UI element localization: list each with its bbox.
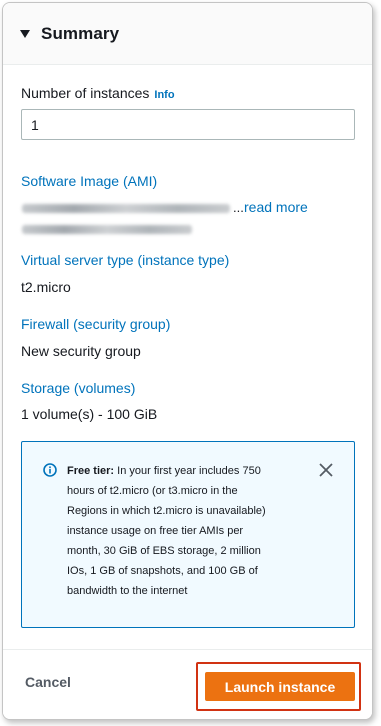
- info-circle-icon: [43, 463, 57, 477]
- alert-line: instance usage on free tier AMIs per: [67, 525, 244, 537]
- read-more-link[interactable]: read more: [244, 199, 308, 215]
- alert-line: Regions in which t2.micro is unavailable…: [67, 505, 266, 517]
- alert-line: bandwidth to the internet: [67, 585, 188, 597]
- ami-ellipsis: ...: [233, 200, 244, 215]
- free-tier-title: Free tier:: [67, 465, 115, 477]
- ami-name-redacted: [22, 204, 230, 213]
- launch-instance-button[interactable]: Launch instance: [205, 672, 355, 701]
- instances-label-row: Number of instances Info: [21, 85, 175, 101]
- alert-line: month, 30 GiB of EBS storage, 2 million: [67, 545, 261, 557]
- summary-title: Summary: [41, 23, 120, 43]
- caret-down-icon[interactable]: [20, 29, 30, 38]
- info-link[interactable]: Info: [154, 89, 174, 101]
- instance-type-value: t2.micro: [21, 279, 71, 295]
- alert-line: IOs, 1 GB of snapshots, and 100 GB of: [67, 565, 258, 577]
- ami-heading[interactable]: Software Image (AMI): [21, 173, 157, 189]
- ami-id-redacted: [22, 225, 192, 234]
- instances-label: Number of instances: [21, 85, 150, 101]
- free-tier-text: Free tier: In your first year includes 7…: [67, 461, 317, 601]
- close-icon[interactable]: [317, 461, 335, 479]
- instance-count-input[interactable]: [21, 109, 355, 140]
- free-tier-alert: Free tier: In your first year includes 7…: [21, 441, 355, 628]
- summary-footer: Cancel Launch instance: [3, 649, 372, 719]
- alert-line-text: In your first year includes 750: [117, 465, 261, 477]
- firewall-heading[interactable]: Firewall (security group): [21, 316, 170, 332]
- firewall-value: New security group: [21, 343, 141, 359]
- instance-type-heading[interactable]: Virtual server type (instance type): [21, 252, 229, 268]
- summary-panel: Summary Number of instances Info Software…: [2, 2, 373, 720]
- storage-heading[interactable]: Storage (volumes): [21, 380, 135, 396]
- alert-line: Free tier: In your first year includes 7…: [67, 461, 317, 481]
- alert-line: hours of t2.micro (or t3.micro in the: [67, 485, 238, 497]
- storage-value: 1 volume(s) - 100 GiB: [21, 406, 158, 422]
- summary-header[interactable]: Summary: [3, 3, 372, 65]
- cancel-button[interactable]: Cancel: [25, 674, 71, 690]
